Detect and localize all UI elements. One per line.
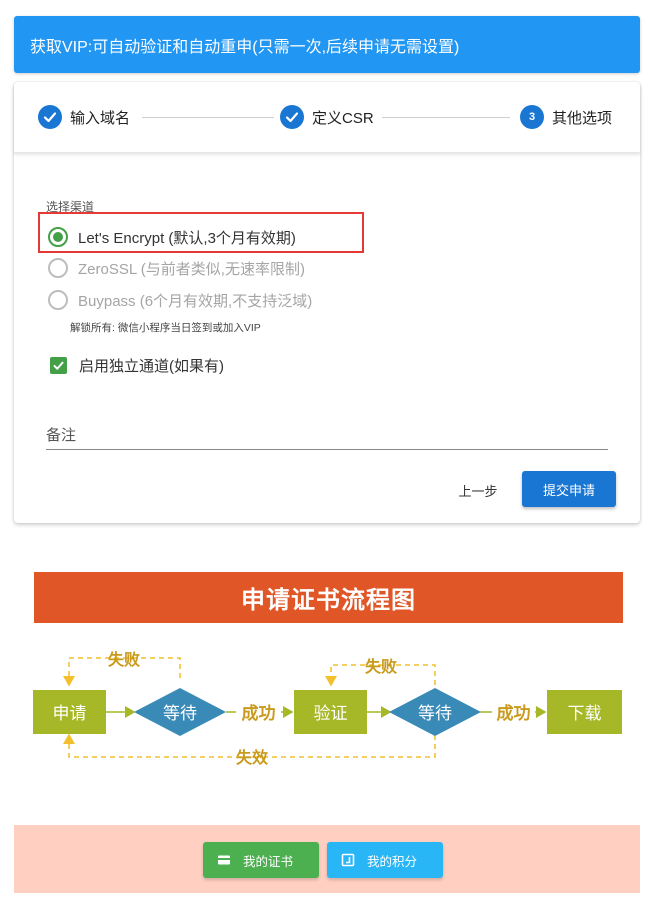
checkbox-check-icon[interactable] [50,357,67,374]
unlock-hint: 解锁所有: 微信小程序当日签到或加入VIP [70,322,261,334]
step-label: 其他选项 [552,109,613,127]
flowchart-diagram: 申请 等待 验证 等待 下载 成功 成功 失败 失败 失效 [33,650,622,767]
edge-label-success-1: 成功 [242,703,276,724]
step-connector [142,117,274,118]
dedicated-channel-checkbox[interactable]: 启用独立通道(如果有) [50,355,224,376]
flowchart-title-text: 申请证书流程图 [241,587,416,614]
remark-placeholder: 备注 [46,427,77,444]
edge-label-fail-2: 失败 [365,657,397,676]
radio-letsencrypt[interactable]: Let's Encrypt (默认,3个月有效期) [48,225,296,249]
step-define-csr[interactable]: 定义CSR [280,104,374,130]
step-label: 输入域名 [70,109,131,127]
remark-input[interactable]: 备注 [46,420,608,450]
radio-label: Let's Encrypt (默认,3个月有效期) [78,229,296,247]
my-certs-button[interactable]: 我的证书 [203,842,319,878]
submit-button[interactable]: 提交申请 [522,471,616,507]
step-done-check-icon [280,105,304,129]
radio-label: Buypass (6个月有效期,不支持泛域) [78,292,313,310]
step-done-check-icon [38,105,62,129]
node-download-label: 下载 [568,704,602,724]
edge-label-fail-1: 失败 [108,650,140,669]
edge-label-success-2: 成功 [497,703,531,724]
step-number: 3 [520,105,544,129]
radio-label: ZeroSSL (与前者类似,无速率限制) [78,260,305,278]
apply-form-card: 输入域名 定义CSR 3 其他选项 选择渠道 Let's Encrypt (默认… [14,82,640,523]
radio-button[interactable] [48,227,68,247]
edge-label-expired: 失效 [236,748,268,767]
checkbox-label: 启用独立通道(如果有) [79,358,224,375]
radio-button[interactable] [48,290,68,310]
flowchart-title: 申请证书流程图 [34,572,623,623]
radio-buypass[interactable]: Buypass (6个月有效期,不支持泛域) [48,288,312,312]
node-verify-label: 验证 [314,704,348,724]
radio-zerossl[interactable]: ZeroSSL (与前者类似,无速率限制) [48,256,305,280]
node-wait-1-label: 等待 [163,704,197,724]
vip-banner-text: 获取VIP:可自动验证和自动重申(只需一次,后续申请无需设置) [30,38,460,56]
step-connector [382,117,510,118]
step-enter-domain[interactable]: 输入域名 [38,104,130,130]
my-points-label: 我的积分 [367,854,418,869]
stepper: 输入域名 定义CSR 3 其他选项 [14,82,640,153]
vip-banner[interactable]: 获取VIP:可自动验证和自动重申(只需一次,后续申请无需设置) [14,16,640,73]
prev-step-button[interactable]: 上一步 [446,472,510,508]
node-apply-label: 申请 [53,704,87,724]
radio-button[interactable] [48,258,68,278]
step-label: 定义CSR [312,109,374,127]
card-icon [218,855,230,865]
footer-bar: 我的证书 我的积分 [14,825,640,893]
my-certs-label: 我的证书 [243,854,294,869]
node-wait-2-label: 等待 [418,704,452,724]
my-points-button[interactable]: 我的积分 [327,842,443,878]
step-other-options[interactable]: 3 其他选项 [520,104,612,130]
calendar-icon [341,853,355,867]
